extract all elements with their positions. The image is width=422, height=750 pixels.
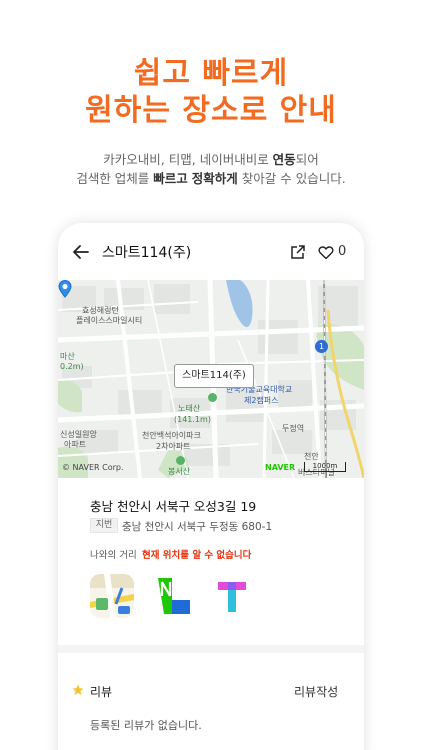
naver-logo: NAVER	[265, 463, 296, 472]
star-icon	[72, 684, 84, 695]
map-poi-label: 플레이스스마일시티	[76, 316, 143, 325]
phone-screen: 스마트114(주) 0 효성해링턴 플레이스스마일시티 마산 0.2m) 노태산…	[58, 223, 364, 750]
place-address: 충남 천안시 서북구 오성3길 19	[90, 499, 257, 514]
desc-emphasis: 정확하게	[191, 171, 238, 186]
map-poi-label: 0.2m)	[60, 362, 84, 371]
park-icon	[176, 456, 185, 465]
promo-headline-line2: 원하는 장소로 안내	[85, 93, 337, 128]
map-poi-label: 2차아파트	[156, 442, 191, 451]
jibun-badge: 지번	[90, 518, 118, 533]
location-pin-icon	[58, 280, 72, 298]
section-divider	[58, 645, 364, 653]
park-icon	[208, 393, 217, 402]
distance-label: 나와의 거리	[90, 550, 137, 561]
promo-description-line1: 카카오내비, 티맵, 네이버내비로 연동되어	[0, 149, 422, 168]
desc-emphasis: 연동	[272, 152, 296, 167]
kakao-navi-icon[interactable]	[90, 574, 134, 618]
map-poi-label: 아파트	[64, 440, 87, 449]
page-title: 스마트114(주)	[102, 245, 192, 261]
tmap-icon[interactable]	[210, 574, 254, 618]
review-empty-message: 등록된 리뷰가 없습니다.	[90, 719, 202, 732]
promo-description-line2: 검색한 업체를 빠르고 정확하게 찾아갈 수 있습니다.	[0, 168, 422, 187]
map-poi-label: 효성해링턴	[82, 306, 119, 315]
map-poi-label: 봉서산	[168, 467, 191, 476]
desc-text: 검색한 업체를	[76, 171, 154, 186]
desc-text: 되어	[295, 152, 319, 167]
desc-emphasis: 빠르고	[153, 171, 188, 186]
like-count: 0	[338, 244, 347, 259]
map-poi-label: 노태산	[178, 404, 201, 413]
jibun-address: 충남 천안시 서북구 두정동 680-1	[122, 521, 273, 533]
map-view[interactable]: 효성해링턴 플레이스스마일시티 마산 0.2m) 노태산 (141.1m) 한국…	[58, 280, 364, 478]
map-poi-label: 천안백석아이파크	[142, 431, 201, 440]
distance-value: 현재 위치를 알 수 없습니다	[142, 550, 252, 561]
map-poi-label: 마산	[60, 352, 75, 361]
app-bar: 스마트114(주) 0	[58, 223, 364, 280]
naver-navi-icon[interactable]	[150, 574, 194, 618]
desc-text: 카카오내비, 티맵, 네이버내비로	[103, 152, 273, 167]
write-review-button[interactable]: 리뷰작성	[294, 683, 338, 700]
map-scale-bar: 1000m	[304, 462, 346, 472]
map-poi-label: 두정역	[282, 424, 305, 433]
map-poi-label: 천안	[304, 452, 319, 461]
heart-icon[interactable]	[318, 245, 334, 260]
map-poi-label: 신성일원앙	[60, 430, 97, 439]
map-callout: 스마트114(주)	[174, 364, 254, 388]
map-copyright: © NAVER Corp.	[62, 463, 124, 472]
route-number-badge: 1	[315, 340, 328, 353]
map-poi-label: 제2캠퍼스	[244, 396, 279, 405]
desc-text: 찾아갈 수 있습니다.	[237, 171, 346, 186]
map-poi-label: (141.1m)	[174, 415, 211, 424]
review-section-title: 리뷰	[90, 685, 113, 699]
share-icon[interactable]	[290, 244, 306, 260]
back-arrow-icon[interactable]	[72, 243, 90, 261]
